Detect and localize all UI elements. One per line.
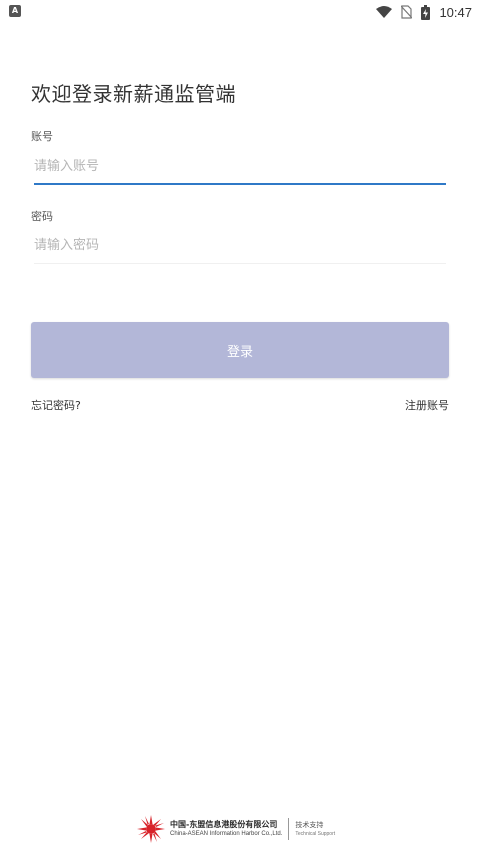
technical-support-en: Technical Support [295, 831, 336, 837]
technical-support: 技术支持 Technical Support [295, 820, 335, 838]
account-input[interactable] [34, 149, 446, 183]
app-notification-icon: A [9, 5, 21, 17]
technical-support-cn: 技术支持 [295, 821, 324, 829]
password-input[interactable] [34, 228, 446, 262]
password-input-underline [34, 263, 446, 264]
footer-divider [288, 818, 290, 840]
battery-charging-icon [421, 4, 431, 20]
no-sim-icon [401, 5, 413, 19]
account-label: 账号 [31, 130, 53, 143]
company-name: 中国-东盟信息港股份有限公司 China-ASEAN Information H… [170, 819, 282, 839]
company-logo-icon [137, 815, 165, 843]
welcome-title: 欢迎登录新薪通监管端 [31, 82, 236, 106]
password-label: 密码 [31, 210, 53, 223]
footer-branding: 中国-东盟信息港股份有限公司 China-ASEAN Information H… [136, 812, 335, 846]
company-name-en: China-ASEAN Information Harbor Co.,Ltd. [170, 831, 283, 837]
account-input-underline [34, 183, 446, 185]
forgot-password-link[interactable]: 忘记密码? [31, 397, 81, 413]
status-time: 10:47 [439, 4, 472, 20]
company-name-cn: 中国-东盟信息港股份有限公司 [170, 820, 278, 829]
login-button[interactable]: 登录 [31, 322, 449, 378]
register-account-link[interactable]: 注册账号 [405, 397, 449, 413]
status-bar: A 10:47 [0, 0, 480, 24]
status-right: 10:47 [376, 2, 472, 22]
wifi-icon [376, 6, 393, 18]
